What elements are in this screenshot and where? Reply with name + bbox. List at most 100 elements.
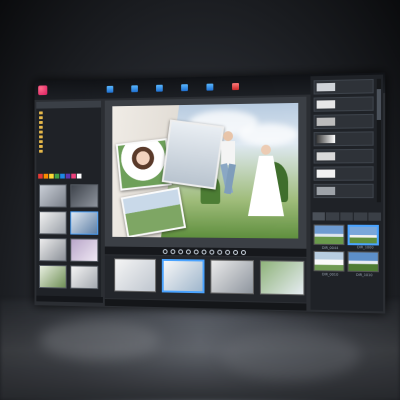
material-swatch [317, 187, 336, 195]
filmstrip-page-label [164, 297, 207, 298]
tab-all[interactable] [326, 212, 339, 220]
folder-icon [39, 121, 43, 124]
material-swatch [317, 170, 336, 178]
export-icon [181, 84, 188, 91]
tab-sort[interactable] [354, 212, 367, 220]
settings-icon [232, 82, 239, 89]
photo-thumb-selected[interactable]: DIR_1000 [348, 225, 379, 246]
template-thumb[interactable] [70, 184, 98, 207]
toolbar-settings-button[interactable] [232, 81, 241, 91]
canvas-area [105, 97, 307, 249]
color-swatch[interactable] [55, 174, 60, 179]
folder-icon [39, 116, 43, 119]
material-list [314, 79, 374, 201]
material-item[interactable] [314, 131, 374, 146]
material-item[interactable] [314, 184, 374, 198]
crop-icon [206, 83, 213, 90]
filmstrip-page[interactable] [260, 260, 304, 295]
logo-icon [38, 85, 47, 95]
color-swatch[interactable] [77, 174, 82, 179]
color-swatch[interactable] [60, 174, 65, 179]
open-icon [107, 85, 114, 92]
material-scrollbar[interactable] [377, 79, 381, 202]
design-canvas[interactable] [112, 103, 298, 239]
toolbar-export-button[interactable] [181, 82, 190, 92]
bride-figure [248, 142, 284, 219]
template-thumb[interactable] [39, 184, 67, 207]
color-swatch[interactable] [49, 174, 54, 179]
template-thumb-selected[interactable] [70, 211, 98, 234]
filmstrip-page-selected[interactable] [162, 259, 205, 293]
folder-icon [39, 135, 43, 138]
zoom-in-icon[interactable] [185, 249, 190, 254]
undo-icon[interactable] [162, 249, 167, 254]
toolbar-template-button[interactable] [156, 83, 165, 93]
tab-more[interactable] [368, 213, 381, 221]
photo-thumb[interactable]: DIR_0010 [314, 251, 345, 272]
redo-icon[interactable] [170, 249, 175, 254]
photo-thumb-caption: DIR_0010 [315, 272, 346, 277]
photo-frame-couple[interactable] [121, 187, 186, 238]
template-thumb[interactable] [70, 265, 98, 289]
material-item[interactable] [314, 96, 374, 111]
material-item[interactable] [314, 166, 374, 181]
scissors-icon[interactable] [240, 250, 245, 255]
filmstrip-page[interactable] [114, 258, 156, 292]
material-item[interactable] [314, 79, 374, 95]
color-swatch[interactable] [71, 174, 76, 179]
photo-thumb-caption: DIR_0044 [315, 246, 346, 250]
tab-import[interactable] [313, 212, 326, 220]
left-panel [36, 101, 101, 303]
material-swatch [317, 118, 336, 126]
toolbar-save-button[interactable] [131, 83, 140, 93]
page-filmstrip [105, 255, 307, 302]
folder-icon [39, 150, 43, 153]
app-logo [38, 85, 66, 96]
template-thumbnails [39, 184, 98, 289]
filmstrip-page-label [211, 299, 255, 300]
toolbar-open-button[interactable] [107, 84, 115, 94]
color-swatch[interactable] [38, 174, 43, 179]
template-thumb[interactable] [39, 238, 67, 261]
zoom-out-icon[interactable] [193, 249, 198, 254]
folder-icon [39, 126, 43, 129]
refresh-icon[interactable] [233, 249, 238, 254]
right-panel-tabs [313, 212, 381, 220]
couple-photo [123, 189, 184, 235]
tree-item[interactable] [39, 148, 98, 153]
material-swatch [317, 83, 336, 92]
delete-icon[interactable] [225, 249, 230, 254]
layer-up-icon[interactable] [209, 249, 214, 254]
color-swatch[interactable] [44, 174, 49, 179]
filmstrip-page[interactable] [210, 260, 254, 295]
material-swatch [317, 152, 336, 160]
folder-icon [39, 140, 43, 143]
folder-icon [39, 131, 43, 134]
material-item[interactable] [314, 114, 374, 129]
color-swatch[interactable] [66, 174, 71, 179]
photo-thumb-caption: DIR_1000 [350, 245, 381, 249]
photo-thumb-caption: DIR_1010 [349, 273, 380, 278]
photo-thumbnails: DIR_0044 DIR_1000 DIR_0010 DIR_1010 [314, 224, 380, 272]
filmstrip-page-label [115, 297, 157, 298]
color-palette [38, 174, 81, 179]
material-item[interactable] [314, 149, 374, 164]
toolbar-crop-button[interactable] [206, 82, 215, 92]
layer-down-icon[interactable] [217, 249, 222, 254]
template-thumb[interactable] [39, 211, 67, 234]
right-panel: DIR_0044 DIR_1000 DIR_0010 DIR_1010 [311, 75, 384, 312]
template-thumb[interactable] [39, 265, 67, 289]
material-swatch [317, 100, 336, 108]
filmstrip-page-label [261, 300, 305, 301]
left-panel-footer [36, 296, 103, 303]
scrollbar-thumb[interactable] [377, 89, 381, 120]
save-icon [131, 85, 138, 92]
template-thumb[interactable] [70, 238, 98, 262]
tab-favorites[interactable] [340, 212, 353, 220]
photo-thumb[interactable]: DIR_0044 [314, 224, 345, 245]
folder-tree [36, 107, 101, 155]
app-window: DIR_0044 DIR_1000 DIR_0010 DIR_1010 [35, 72, 386, 313]
flip-icon[interactable] [201, 249, 206, 254]
photo-thumb[interactable]: DIR_1010 [348, 251, 379, 272]
rotate-icon[interactable] [178, 249, 183, 254]
